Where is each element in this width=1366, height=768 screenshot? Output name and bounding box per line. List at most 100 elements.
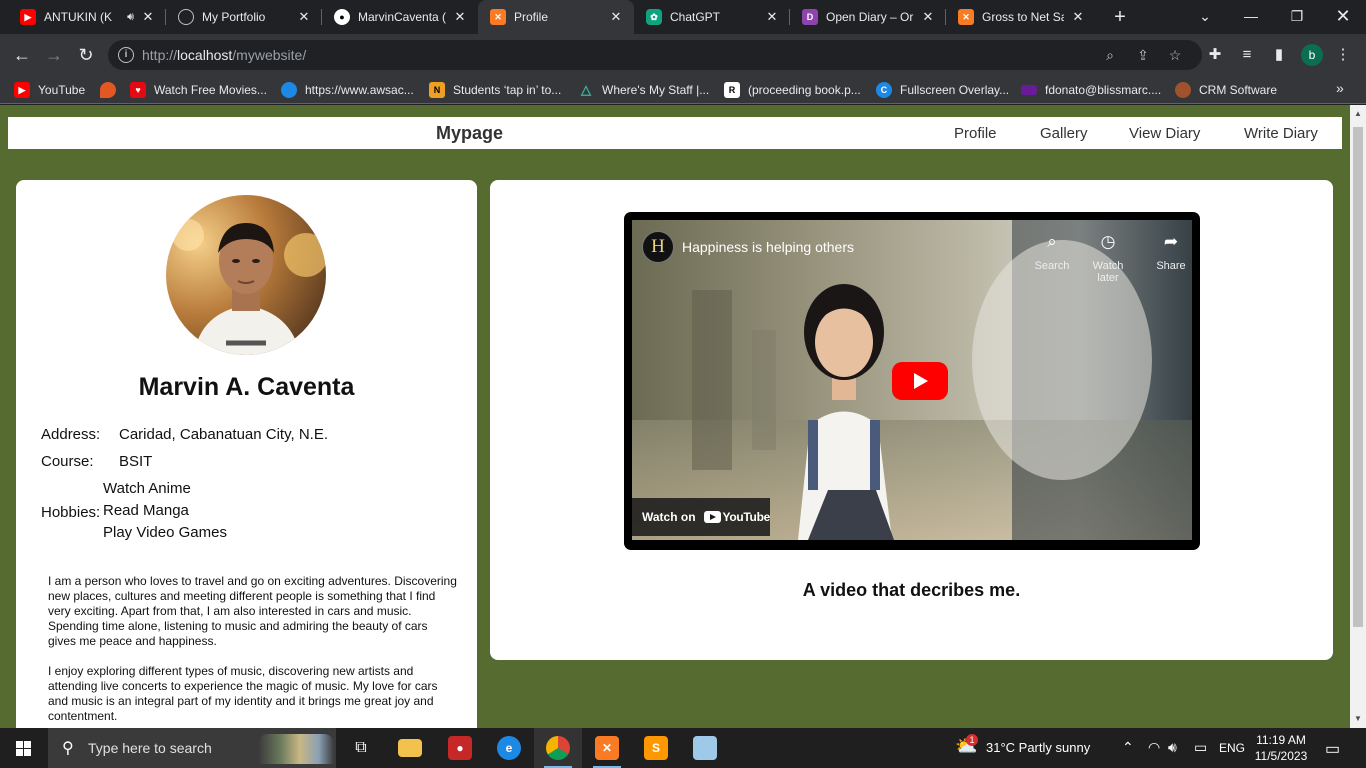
back-button[interactable]: ← (9, 42, 35, 68)
side-panel-icon[interactable]: ▮ (1268, 44, 1290, 66)
bookmark-star-icon[interactable]: ☆ (1166, 46, 1184, 64)
close-tab-icon[interactable]: ✕ (140, 9, 156, 25)
tab-my-portfolio[interactable]: My Portfolio ✕ (166, 0, 322, 34)
yt-search-button[interactable]: ⌕ Search (1027, 232, 1077, 272)
close-tab-icon[interactable]: ✕ (608, 9, 624, 25)
profile-photo (166, 195, 326, 355)
yt-watch-later-button[interactable]: ◷ Watch later (1083, 232, 1133, 284)
tab-github[interactable]: ● MarvinCaventa ( ✕ (322, 0, 478, 34)
about-paragraph: I enjoy exploring different types of mus… (48, 664, 438, 723)
tab-profile[interactable]: ✕ Profile ✕ (478, 0, 634, 34)
site-brand[interactable]: Mypage (436, 123, 503, 144)
nav-link-view-diary[interactable]: View Diary (1129, 125, 1200, 142)
battery-icon[interactable]: ▭ (1194, 739, 1207, 756)
close-tab-icon[interactable]: ✕ (1070, 9, 1086, 25)
tab-chatgpt[interactable]: ✿ ChatGPT ✕ (634, 0, 790, 34)
youtube-embed[interactable]: H Happiness is helping others ⌕ Search ◷… (624, 212, 1200, 550)
tab-gross-to-net[interactable]: ✕ Gross to Net Sal ✕ (946, 0, 1096, 34)
tab-youtube[interactable]: ▶ ANTUKIN (K 🔊︎ ✕ (8, 0, 166, 34)
close-tab-icon[interactable]: ✕ (296, 9, 312, 25)
close-tab-icon[interactable]: ✕ (920, 9, 936, 25)
youtube-icon: ▶ (20, 9, 36, 25)
wifi-icon[interactable]: ◠ (1148, 739, 1160, 756)
xampp-icon[interactable]: ✕ (583, 728, 631, 768)
search-icon: ⌕ (1047, 232, 1057, 251)
sublime-text-icon[interactable]: S (632, 728, 680, 768)
bookmark-fullscreen-overlay[interactable]: C Fullscreen Overlay... (876, 81, 1009, 99)
tab-search-icon[interactable]: ⌄ (1182, 0, 1228, 34)
flame-icon (100, 82, 116, 98)
volume-icon[interactable]: 🔊︎ (1168, 739, 1177, 756)
site-navbar: Mypage Profile Gallery View Diary Write … (8, 117, 1342, 149)
close-tab-icon[interactable]: ✕ (452, 9, 468, 25)
heart-icon: ♥ (130, 82, 146, 98)
file-explorer-icon[interactable] (386, 728, 434, 768)
close-window-button[interactable]: ✕ (1320, 0, 1366, 34)
hobby-item: Watch Anime (103, 480, 191, 497)
profile-name: Marvin A. Caventa (138, 373, 355, 401)
about-paragraph: I am a person who loves to travel and go… (48, 574, 457, 648)
start-button[interactable] (0, 728, 46, 768)
minimize-button[interactable]: — (1228, 0, 1274, 34)
forward-button[interactable]: → (41, 42, 67, 68)
tab-open-diary[interactable]: D Open Diary – Or ✕ (790, 0, 946, 34)
bookmark-flame[interactable] (100, 81, 124, 99)
profile-avatar[interactable]: b (1301, 44, 1323, 66)
zoom-icon[interactable]: ⌕ (1101, 46, 1119, 64)
taskbar-search[interactable]: ⚲ Type here to search (48, 728, 336, 768)
chrome-icon[interactable] (534, 728, 582, 768)
share-page-icon[interactable]: ⇪ (1134, 46, 1152, 64)
globe-icon (178, 9, 194, 25)
bookmark-youtube[interactable]: ▶ YouTube (14, 81, 85, 99)
browser-menu-icon[interactable]: ⋮ (1332, 44, 1354, 66)
scrollbar-thumb[interactable] (1353, 127, 1363, 627)
watch-on-youtube-button[interactable]: Watch on YouTube (632, 498, 770, 536)
bookmark-students[interactable]: N Students ‘tap in’ to... (429, 81, 561, 99)
scroll-down-arrow[interactable]: ▼ (1350, 712, 1366, 726)
page-viewport: Mypage Profile Gallery View Diary Write … (0, 105, 1350, 728)
extensions-icon[interactable]: ✚ (1204, 44, 1226, 66)
github-icon: ● (334, 9, 350, 25)
page-scrollbar[interactable]: ▲ ▼ (1350, 105, 1366, 728)
url-text[interactable]: http://localhost/mywebsite/ (142, 47, 306, 63)
address-bar[interactable]: i http://localhost/mywebsite/ ⌕ ⇪ ☆ (108, 40, 1202, 70)
bookmark-watch-movies[interactable]: ♥ Watch Free Movies... (130, 81, 267, 99)
bookmark-crm[interactable]: CRM Software (1175, 81, 1277, 99)
new-tab-button[interactable]: + (1108, 5, 1132, 29)
site-info-icon[interactable]: i (118, 47, 134, 63)
language-indicator[interactable]: ENG (1219, 741, 1245, 755)
weather-text[interactable]: 31°C Partly sunny (986, 740, 1090, 755)
speaker-icon[interactable]: 🔊︎ (127, 11, 134, 24)
scroll-up-arrow[interactable]: ▲ (1350, 107, 1366, 121)
edge-icon[interactable]: e (485, 728, 533, 768)
course-label: Course: (41, 453, 94, 470)
close-tab-icon[interactable]: ✕ (764, 9, 780, 25)
task-view-icon[interactable]: ⧉ (337, 728, 385, 768)
bookmark-proceeding-book[interactable]: R (proceeding book.p... (724, 81, 861, 99)
bookmark-wheres-my-staff[interactable]: △ Where's My Staff |... (578, 81, 709, 99)
windows-taskbar: ⚲ Type here to search ⧉ ● e ✕ S ⛅ 1 31°C… (0, 728, 1366, 768)
video-thumbnail[interactable]: H Happiness is helping others ⌕ Search ◷… (632, 220, 1192, 540)
play-button[interactable] (892, 362, 948, 400)
restore-button[interactable]: ❐ (1274, 0, 1320, 34)
nav-link-profile[interactable]: Profile (954, 125, 997, 142)
clock-date: 11/5/2023 (1254, 749, 1308, 763)
nav-link-write-diary[interactable]: Write Diary (1244, 125, 1318, 142)
url-host: localhost (177, 47, 233, 63)
notifications-icon[interactable]: ▭ (1325, 739, 1340, 759)
reading-list-icon[interactable]: ≡ (1236, 44, 1258, 66)
chevron-up-icon[interactable]: ⌃ (1122, 739, 1134, 756)
yt-share-button[interactable]: ➦ Share (1146, 232, 1192, 272)
more-bookmarks-icon[interactable]: » (1336, 80, 1344, 96)
crm-icon (1175, 82, 1191, 98)
notepad-icon[interactable] (681, 728, 729, 768)
nav-link-gallery[interactable]: Gallery (1040, 125, 1088, 142)
channel-avatar[interactable]: H (642, 231, 674, 263)
clock[interactable]: 11:19 AM 11/5/2023 (1250, 732, 1312, 764)
reload-button[interactable]: ↻ (73, 42, 99, 68)
bookmark-mail[interactable]: fdonato@blissmarc.... (1021, 81, 1161, 99)
video-title[interactable]: Happiness is helping others (682, 239, 854, 255)
overlay-icon: C (876, 82, 892, 98)
screen-recorder-icon[interactable]: ● (436, 728, 484, 768)
bookmark-awsac[interactable]: https://www.awsac... (281, 81, 414, 99)
